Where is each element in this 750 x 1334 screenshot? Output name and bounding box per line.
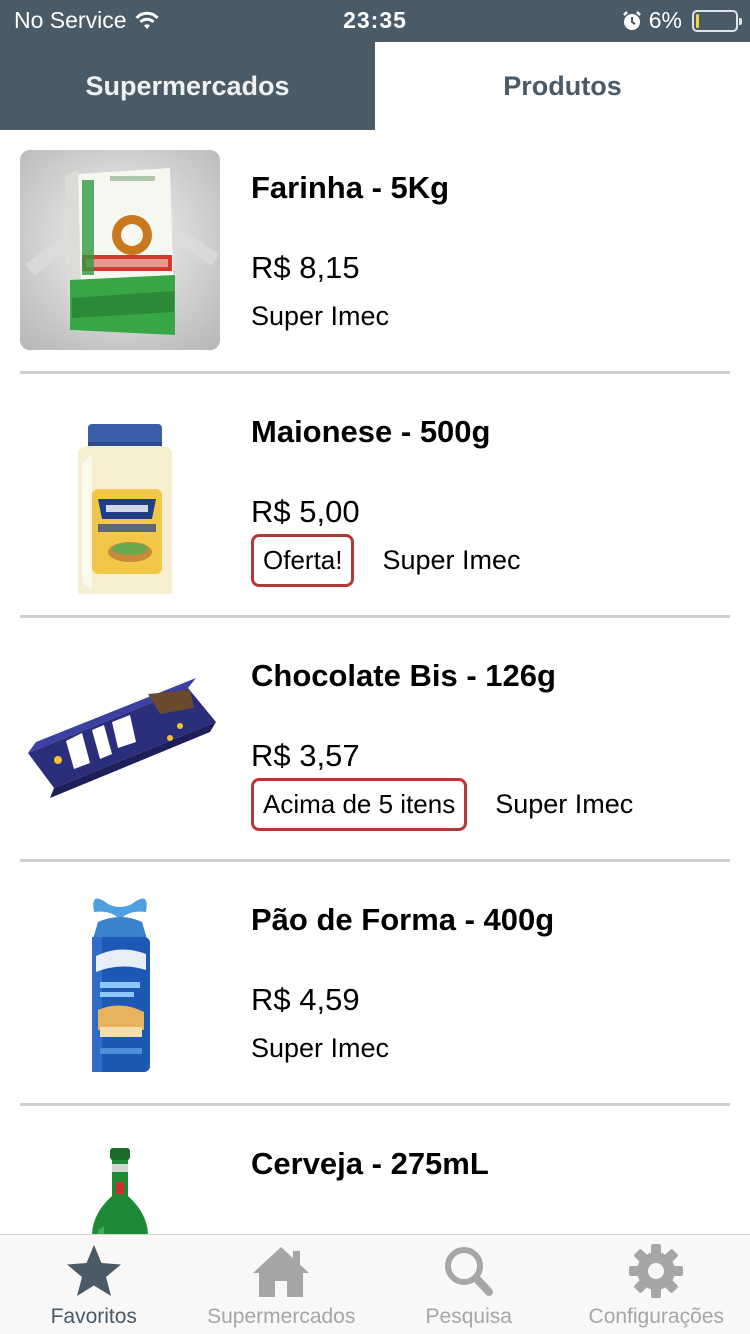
home-icon <box>253 1247 310 1297</box>
tab-pesquisa[interactable]: Pesquisa <box>375 1235 563 1334</box>
top-tabs: Supermercados Produtos <box>0 42 750 130</box>
tab-favoritos[interactable]: Favoritos <box>0 1235 188 1334</box>
product-name: Maionese - 500g <box>251 414 491 449</box>
product-name: Pão de Forma - 400g <box>251 902 555 937</box>
product-meta: Oferta! Super Imec <box>251 532 521 588</box>
list-item[interactable]: Pão de Forma - 400g R$ 4,59 Super Imec <box>0 862 750 1106</box>
tab-supermercados-bottom[interactable]: Supermercados <box>188 1235 376 1334</box>
product-price: R$ 3,57 <box>251 738 360 773</box>
offer-badge: Acima de 5 itens <box>251 777 468 831</box>
list-item[interactable]: Farinha - 5Kg R$ 8,15 Super Imec <box>0 130 750 374</box>
star-icon <box>66 1245 121 1296</box>
product-meta: Super Imec <box>251 1020 389 1076</box>
search-icon <box>444 1247 493 1296</box>
status-bar: No Service 23:35 6% <box>0 0 750 42</box>
tab-label: Supermercados <box>207 1305 356 1328</box>
tab-label: Configurações <box>588 1305 724 1328</box>
product-list[interactable]: Farinha - 5Kg R$ 8,15 Super Imec Maiones… <box>0 130 750 1234</box>
store-name: Super Imec <box>495 788 634 819</box>
product-image-chocolate-bis <box>20 638 220 838</box>
product-price: R$ 4,59 <box>251 982 360 1017</box>
product-image-farinha <box>20 150 220 350</box>
tab-configuracoes[interactable]: Configurações <box>563 1235 750 1334</box>
product-image-maionese <box>20 394 220 594</box>
product-meta: Super Imec <box>251 288 389 344</box>
tab-produtos[interactable]: Produtos <box>375 42 750 130</box>
product-meta: Acima de 5 itens Super Imec <box>251 776 633 832</box>
gear-icon <box>629 1244 684 1298</box>
product-price: R$ 5,00 <box>251 494 360 529</box>
alarm-icon <box>622 10 641 30</box>
tab-label: Favoritos <box>50 1305 137 1328</box>
list-item[interactable]: Chocolate Bis - 126g R$ 3,57 Acima de 5 … <box>0 618 750 862</box>
product-name: Cerveja - 275mL <box>251 1146 489 1181</box>
product-image-cerveja <box>20 1126 220 1234</box>
product-name: Chocolate Bis - 126g <box>251 658 556 693</box>
status-right: 6% <box>621 7 742 34</box>
store-name: Super Imec <box>251 1032 390 1063</box>
tab-label: Pesquisa <box>425 1305 512 1328</box>
list-item[interactable]: Maionese - 500g R$ 5,00 Oferta! Super Im… <box>0 374 750 618</box>
battery-level <box>696 13 699 28</box>
store-name: Super Imec <box>251 300 390 331</box>
list-item[interactable]: Cerveja - 275mL <box>0 1106 750 1234</box>
battery-percent: 6% <box>648 7 682 33</box>
offer-badge: Oferta! <box>251 533 355 587</box>
tab-supermercados[interactable]: Supermercados <box>0 42 375 130</box>
product-price: R$ 8,15 <box>251 250 360 285</box>
bottom-tab-bar: Favoritos Supermercados Pesquisa Configu… <box>0 1234 750 1334</box>
product-image-pao-de-forma <box>20 882 220 1082</box>
store-name: Super Imec <box>382 544 521 575</box>
product-name: Farinha - 5Kg <box>251 170 450 205</box>
battery-icon <box>692 9 742 32</box>
